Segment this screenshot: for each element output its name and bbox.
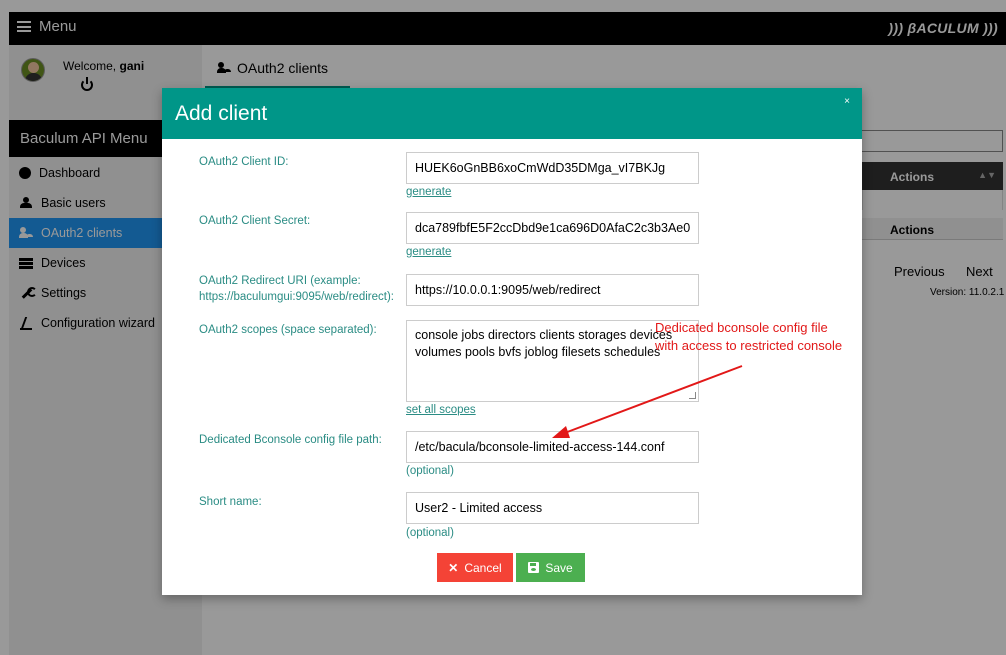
set-all-scopes-link[interactable]: set all scopes [406,404,476,416]
resize-handle-icon[interactable] [689,392,696,399]
client-id-input[interactable] [406,152,699,184]
scopes-text-line: volumes pools bvfs joblog filesets sched… [415,345,661,359]
bconsole-optional-hint: (optional) [406,465,454,477]
scopes-text-line: console jobs directors clients storages … [415,328,673,342]
save-button[interactable]: Save [516,553,585,582]
client-secret-label: OAuth2 Client Secret: [199,215,311,227]
short-name-optional-hint: (optional) [406,527,454,539]
generate-client-id-link[interactable]: generate [406,186,451,198]
short-name-input[interactable] [406,492,699,524]
scopes-label: OAuth2 scopes (space separated): [199,324,377,336]
close-icon: ✕ [448,560,459,575]
close-icon[interactable]: × [844,96,850,107]
bconsole-path-input[interactable] [406,431,699,463]
redirect-uri-input[interactable] [406,274,699,306]
redirect-uri-label: OAuth2 Redirect URI (example: https://ba… [199,273,394,305]
save-label: Save [545,560,573,575]
short-name-label: Short name: [199,496,262,508]
redirect-uri-example: https://baculumgui:9095/web/redirect): [199,291,394,303]
annotation-callout: Dedicated bconsole config file with acce… [655,319,842,355]
floppy-disk-icon [528,562,540,573]
bconsole-path-label: Dedicated Bconsole config file path: [199,434,382,446]
cancel-button[interactable]: ✕ Cancel [437,553,513,582]
client-secret-input[interactable] [406,212,699,244]
annotation-line: with access to restricted console [655,338,843,353]
redirect-uri-label-line: OAuth2 Redirect URI (example: [199,275,361,287]
generate-client-secret-link[interactable]: generate [406,246,451,258]
cancel-label: Cancel [464,560,502,575]
client-id-label: OAuth2 Client ID: [199,156,289,168]
modal-title: Add client [175,102,268,125]
annotation-line: Dedicated bconsole config file [655,320,828,335]
modal-header: Add client × [162,88,862,139]
